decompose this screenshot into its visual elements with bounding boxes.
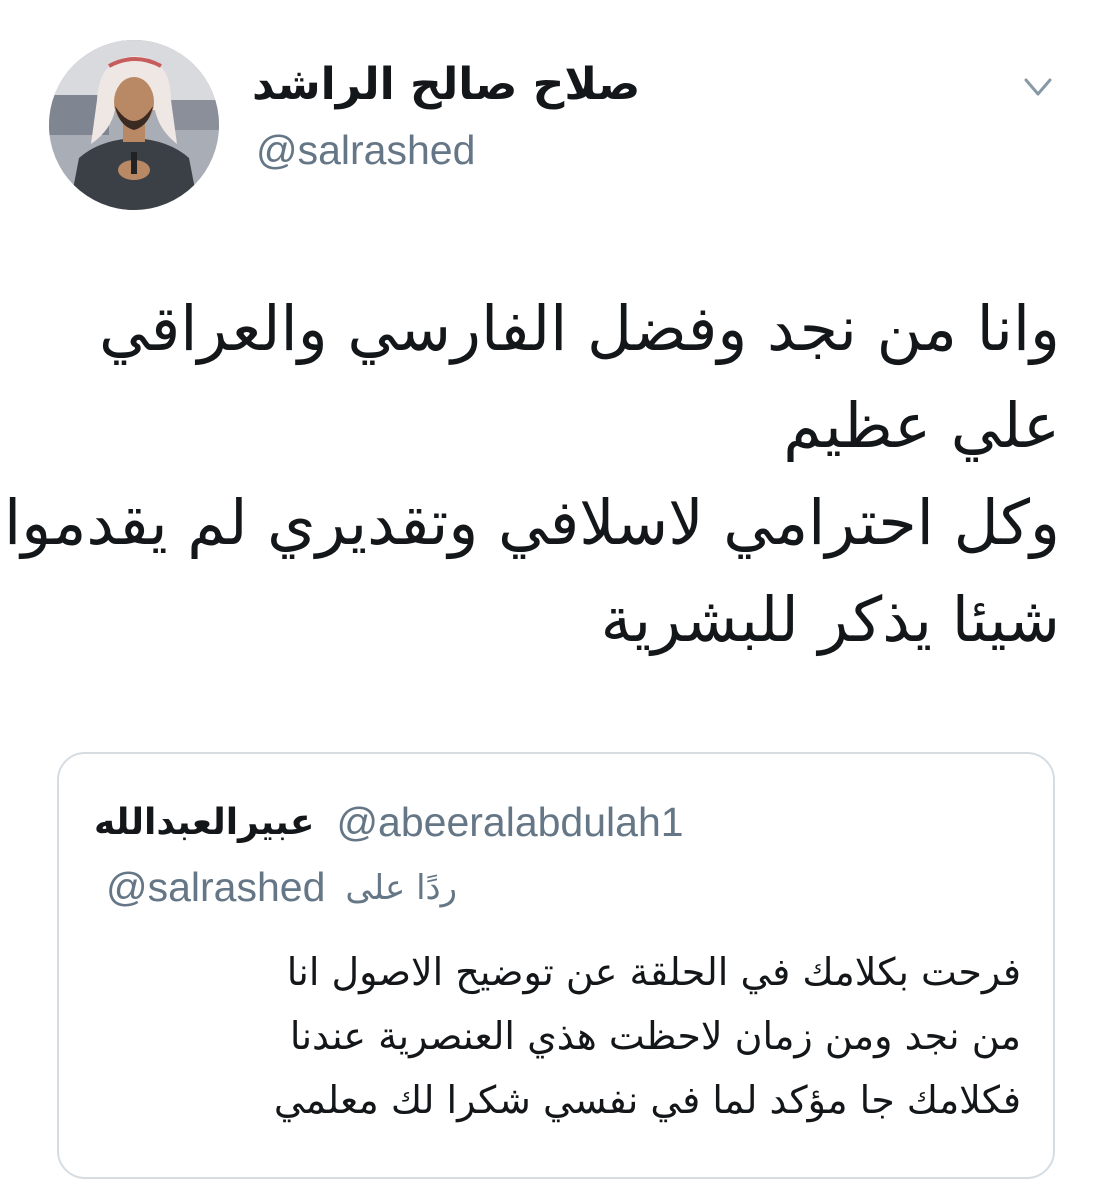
profile-photo-icon bbox=[49, 40, 219, 210]
tweet-text-line: شيئا يذكر للبشرية bbox=[600, 583, 1060, 656]
tweet-text-line: وكل احترامي لاسلافي وتقديري لم يقدموا bbox=[3, 486, 1060, 559]
tweet-text-line: علي عظيم bbox=[783, 389, 1060, 462]
chevron-down-icon bbox=[1024, 78, 1052, 96]
reply-context: @salrashed ردًا على bbox=[106, 864, 457, 911]
quoted-text-line: من نجد ومن زمان لاحظت هذي العنصرية عندنا bbox=[289, 1014, 1021, 1058]
quoted-text-line: فرحت بكلامك في الحلقة عن توضيح الاصول ان… bbox=[286, 950, 1021, 994]
quoted-tweet-card[interactable]: عبيرالعبدالله @abeeralabdulah1 @salrashe… bbox=[57, 752, 1055, 1179]
tweet-text-line: وانا من نجد وفضل الفارسي والعراقي bbox=[98, 292, 1060, 365]
tweet-menu-button[interactable] bbox=[1016, 70, 1060, 106]
reply-to-handle[interactable]: @salrashed bbox=[106, 864, 325, 911]
quoted-tweet-text: فرحت بكلامك في الحلقة عن توضيح الاصول ان… bbox=[81, 940, 1021, 1132]
tweet-text: وانا من نجد وفضل الفارسي والعراقي علي عظ… bbox=[3, 280, 1060, 668]
quoted-author-display-name: عبيرالعبدالله bbox=[94, 801, 315, 843]
quoted-text-line: فكلامك جا مؤكد لما في نفسي شكرا لك معلمي bbox=[273, 1078, 1021, 1122]
author-handle[interactable]: @salrashed bbox=[256, 120, 475, 180]
quoted-tweet-header: عبيرالعبدالله @abeeralabdulah1 bbox=[94, 792, 1024, 852]
author-avatar[interactable] bbox=[49, 40, 219, 210]
author-display-name[interactable]: صلاح صالح الراشد bbox=[252, 53, 672, 117]
reply-prefix: ردًا على bbox=[345, 867, 458, 908]
quoted-author-handle: @abeeralabdulah1 bbox=[336, 798, 684, 845]
